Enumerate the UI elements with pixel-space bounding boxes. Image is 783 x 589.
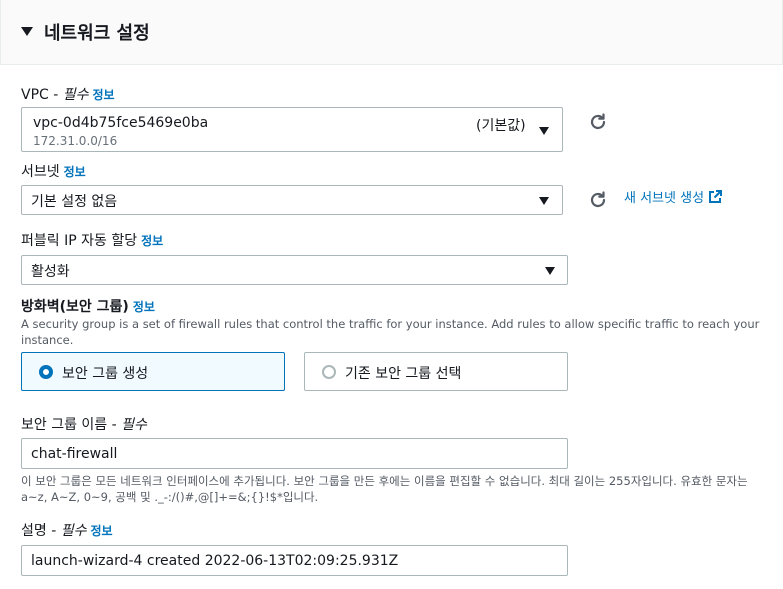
- chevron-down-icon: [539, 197, 549, 205]
- firewall-label-text: 방화벽(보안 그룹): [21, 299, 129, 315]
- radio-selected-icon: [39, 365, 53, 379]
- subnet-label: 서브넷 정보: [21, 161, 86, 181]
- subnet-select[interactable]: 기본 설정 없음: [21, 185, 563, 215]
- sg-desc-label-text: 설명 -: [21, 523, 61, 539]
- subnet-value: 기본 설정 없음: [31, 194, 118, 210]
- sg-desc-info-link[interactable]: 정보: [90, 524, 112, 538]
- firewall-label: 방화벽(보안 그룹) 정보: [21, 296, 155, 316]
- firewall-info-link[interactable]: 정보: [133, 300, 155, 314]
- radio-select-existing-group[interactable]: 기존 보안 그룹 선택: [304, 352, 568, 391]
- radio-create-label: 보안 그룹 생성: [62, 366, 149, 382]
- create-subnet-link[interactable]: 새 서브넷 생성: [624, 187, 723, 206]
- sg-name-label: 보안 그룹 이름 - 필수: [21, 414, 147, 434]
- sg-name-input[interactable]: [21, 438, 568, 469]
- sg-desc-label: 설명 - 필수 정보: [21, 520, 113, 540]
- refresh-icon[interactable]: [587, 111, 609, 133]
- public-ip-label-text: 퍼블릭 IP 자동 할당: [21, 233, 138, 249]
- vpc-select[interactable]: vpc-0d4b75fce5469e0ba 172.31.0.0/16 (기본값…: [21, 107, 563, 152]
- chevron-down-icon: [539, 127, 549, 135]
- create-subnet-link-text: 새 서브넷 생성: [624, 191, 705, 206]
- sg-name-label-text: 보안 그룹 이름 -: [21, 417, 122, 433]
- vpc-required: 필수: [62, 87, 89, 103]
- radio-unselected-icon: [322, 365, 336, 379]
- sg-name-required: 필수: [121, 417, 147, 433]
- external-link-icon: [709, 190, 723, 203]
- vpc-default-tag: (기본값): [476, 118, 526, 134]
- caret-down-icon[interactable]: [21, 27, 33, 36]
- section-title: 네트워크 설정: [44, 23, 150, 44]
- vpc-info-link[interactable]: 정보: [93, 88, 115, 102]
- vpc-value: vpc-0d4b75fce5469e0ba: [33, 115, 209, 131]
- public-ip-info-link[interactable]: 정보: [141, 234, 163, 248]
- radio-create-security-group[interactable]: 보안 그룹 생성: [21, 352, 285, 391]
- vpc-label: VPC - 필수 정보: [21, 84, 115, 104]
- chevron-down-icon: [545, 267, 555, 275]
- refresh-icon[interactable]: [587, 189, 609, 211]
- public-ip-label: 퍼블릭 IP 자동 할당 정보: [21, 230, 163, 250]
- vpc-label-text: VPC -: [21, 87, 63, 103]
- public-ip-value: 활성화: [31, 264, 70, 280]
- vpc-cidr: 172.31.0.0/16: [33, 134, 118, 148]
- public-ip-select[interactable]: 활성화: [21, 255, 568, 285]
- sg-desc-input[interactable]: [21, 545, 568, 576]
- firewall-description: A security group is a set of firewall ru…: [21, 317, 760, 347]
- section-header[interactable]: 네트워크 설정: [0, 0, 783, 65]
- sg-name-hint: 이 보안 그룹은 모든 네트워크 인터페이스에 추가됩니다. 보안 그룹을 만든…: [21, 474, 748, 504]
- subnet-label-text: 서브넷: [21, 164, 60, 180]
- sg-desc-required: 필수: [60, 523, 87, 539]
- subnet-info-link[interactable]: 정보: [64, 165, 86, 179]
- radio-existing-label: 기존 보안 그룹 선택: [345, 366, 462, 382]
